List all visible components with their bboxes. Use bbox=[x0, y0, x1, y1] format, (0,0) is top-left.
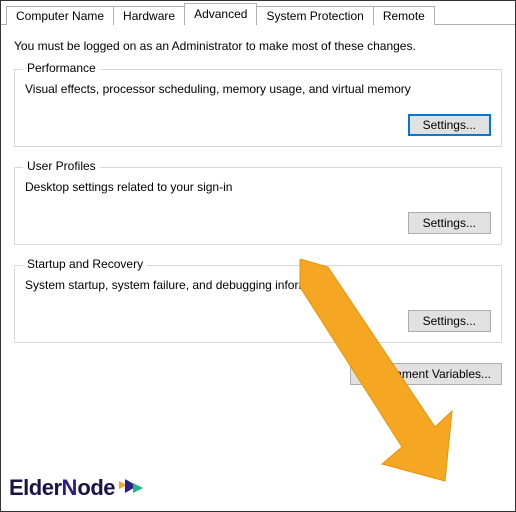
tab-hardware[interactable]: Hardware bbox=[113, 6, 185, 25]
tab-computer-name[interactable]: Computer Name bbox=[6, 6, 114, 25]
eldernode-logo: ElderNode bbox=[9, 475, 145, 501]
legend-startup-recovery: Startup and Recovery bbox=[23, 257, 147, 271]
startup-recovery-desc: System startup, system failure, and debu… bbox=[25, 278, 491, 292]
user-profiles-desc: Desktop settings related to your sign-in bbox=[25, 180, 491, 194]
logo-text-ode: ode bbox=[77, 475, 115, 501]
tab-system-protection[interactable]: System Protection bbox=[256, 6, 373, 25]
groupbox-startup-recovery: Startup and Recovery System startup, sys… bbox=[14, 265, 502, 343]
tab-content-advanced: You must be logged on as an Administrato… bbox=[1, 25, 515, 343]
admin-info-text: You must be logged on as an Administrato… bbox=[14, 39, 502, 53]
logo-play-icon bbox=[117, 477, 145, 499]
logo-text-n: N bbox=[62, 475, 78, 501]
tab-strip: Computer Name Hardware Advanced System P… bbox=[1, 1, 515, 25]
performance-settings-button[interactable]: Settings... bbox=[408, 114, 491, 136]
startup-recovery-settings-button[interactable]: Settings... bbox=[408, 310, 491, 332]
tab-remote[interactable]: Remote bbox=[373, 6, 435, 25]
user-profiles-settings-button[interactable]: Settings... bbox=[408, 212, 491, 234]
legend-performance: Performance bbox=[23, 61, 100, 75]
groupbox-performance: Performance Visual effects, processor sc… bbox=[14, 69, 502, 147]
performance-desc: Visual effects, processor scheduling, me… bbox=[25, 82, 491, 96]
logo-text-elder: Elder bbox=[9, 475, 62, 501]
environment-variables-button[interactable]: Environment Variables... bbox=[350, 363, 502, 385]
tab-advanced[interactable]: Advanced bbox=[184, 3, 257, 25]
groupbox-user-profiles: User Profiles Desktop settings related t… bbox=[14, 167, 502, 245]
legend-user-profiles: User Profiles bbox=[23, 159, 100, 173]
